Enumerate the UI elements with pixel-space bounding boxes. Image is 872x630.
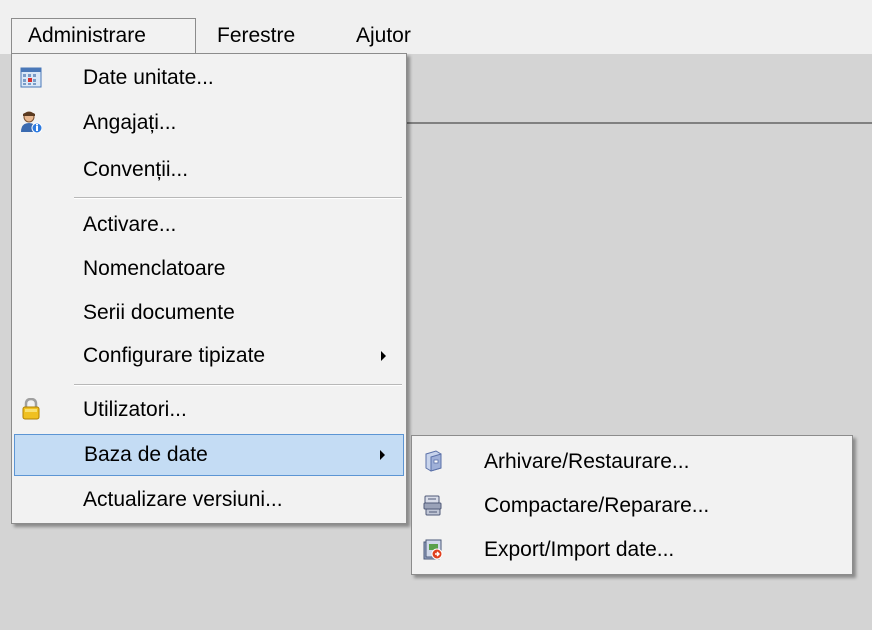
archive-icon (422, 450, 444, 472)
menu-item-label: Baza de date (84, 443, 208, 466)
user-info-icon (20, 111, 43, 134)
window-divider-line (405, 122, 872, 124)
menu-ferestre[interactable]: Ferestre (217, 18, 295, 54)
menu-separator (74, 384, 402, 386)
menu-item-serii-documente[interactable]: Serii documente (14, 292, 404, 334)
administrare-dropdown: Date unitate... Angajați... Convenții...… (11, 53, 407, 524)
menu-item-nomenclatoare[interactable]: Nomenclatoare (14, 248, 404, 290)
menu-item-label: Convenții... (83, 158, 189, 181)
submenu-arrow-icon (380, 450, 385, 460)
menu-item-label: Compactare/Reparare... (484, 494, 710, 517)
menu-item-label: Actualizare versiuni... (83, 488, 283, 511)
menu-separator (74, 197, 402, 199)
calendar-icon (20, 66, 42, 88)
lock-icon (20, 397, 42, 420)
submenu-arrow-icon (381, 351, 386, 361)
menu-item-export-import[interactable]: Export/Import date... (414, 529, 850, 571)
menu-item-angajati[interactable]: Angajați... (14, 102, 404, 144)
menu-administrare-label: Administrare (28, 24, 146, 47)
export-import-icon (422, 538, 444, 560)
menu-administrare[interactable]: Administrare (11, 18, 196, 54)
menu-item-label: Configurare tipizate (83, 344, 266, 367)
menu-ajutor-label: Ajutor (356, 24, 411, 47)
menu-item-label: Serii documente (83, 301, 235, 324)
menu-item-arhivare-restaurare[interactable]: Arhivare/Restaurare... (414, 441, 850, 483)
baza-de-date-submenu: Arhivare/Restaurare... Compactare/Repara… (411, 435, 853, 575)
menu-item-date-unitate[interactable]: Date unitate... (14, 57, 404, 99)
menu-item-configurare-tipizate[interactable]: Configurare tipizate (14, 335, 404, 377)
menu-item-label: Date unitate... (83, 66, 214, 89)
compact-icon (422, 494, 444, 516)
menu-item-actualizare-versiuni[interactable]: Actualizare versiuni... (14, 479, 404, 521)
menu-item-compactare-reparare[interactable]: Compactare/Reparare... (414, 485, 850, 527)
menu-item-baza-de-date[interactable]: Baza de date (14, 434, 404, 476)
menu-item-conventii[interactable]: Convenții... (14, 149, 404, 191)
menu-bar: Administrare Ferestre Ajutor (0, 0, 872, 54)
menu-item-label: Activare... (83, 213, 177, 236)
menu-item-activare[interactable]: Activare... (14, 204, 404, 246)
menu-ferestre-label: Ferestre (217, 24, 296, 47)
menu-item-label: Utilizatori... (83, 398, 187, 421)
menu-item-utilizatori[interactable]: Utilizatori... (14, 389, 404, 431)
menu-item-label: Nomenclatoare (83, 257, 226, 280)
menu-item-label: Arhivare/Restaurare... (484, 450, 690, 473)
menu-item-label: Angajați... (83, 111, 177, 134)
menu-item-label: Export/Import date... (484, 538, 675, 561)
menu-ajutor[interactable]: Ajutor (356, 18, 411, 54)
